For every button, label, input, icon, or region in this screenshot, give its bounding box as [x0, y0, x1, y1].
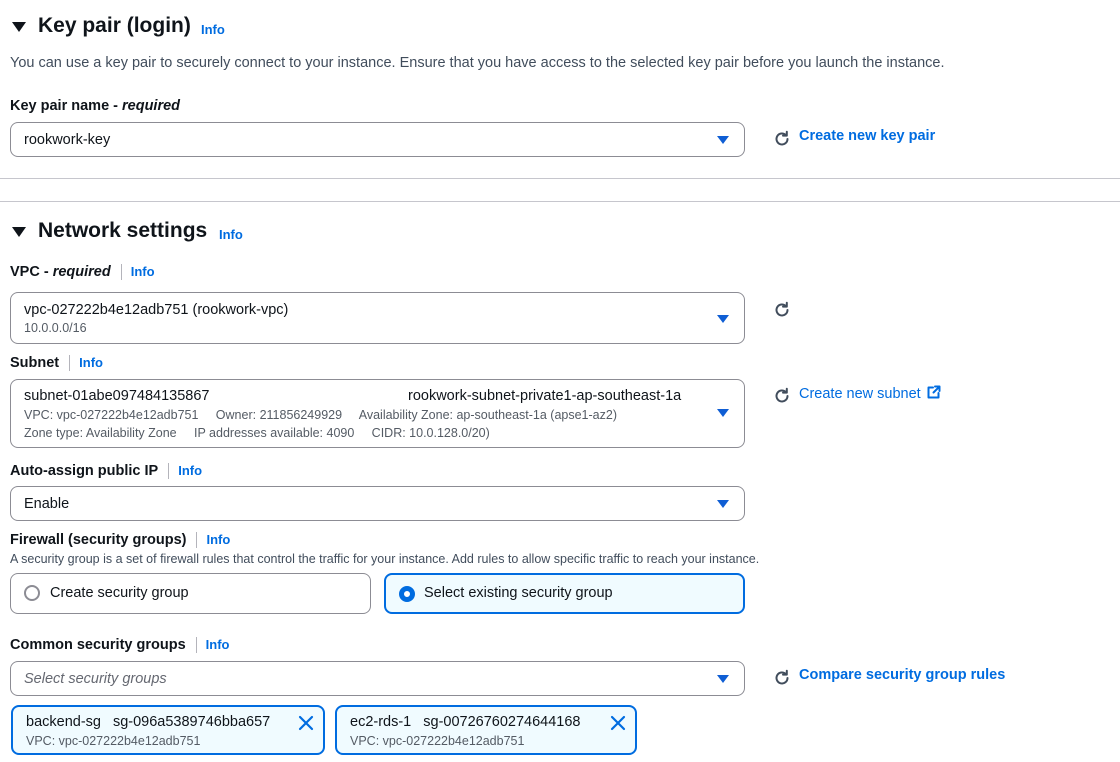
vpc-cidr: 10.0.0.0/16: [24, 321, 87, 335]
separator: [195, 637, 197, 654]
security-groups-placeholder: Select security groups: [24, 671, 167, 687]
public-ip-select[interactable]: Enable: [10, 486, 745, 521]
select-existing-security-group-label: Select existing security group: [424, 585, 613, 601]
collapse-caret-icon[interactable]: [12, 227, 26, 237]
create-subnet-link-text[interactable]: Create new subnet: [799, 386, 921, 402]
subnet-name: rookwork-subnet-private1-ap-southeast-1a: [408, 388, 682, 404]
security-group-token: ec2-rds-1 sg-00726760274644168 VPC: vpc-0…: [335, 705, 637, 755]
create-key-pair-link[interactable]: Create new key pair: [799, 128, 935, 144]
dropdown-triangle-icon: [717, 409, 729, 417]
security-groups-select[interactable]: Select security groups: [10, 661, 745, 696]
dropdown-triangle-icon: [717, 315, 729, 323]
dropdown-triangle-icon: [717, 136, 729, 144]
compare-security-group-rules-link[interactable]: Compare security group rules: [799, 667, 1005, 683]
subnet-details-line1: VPC: vpc-027222b4e12adb751 Owner: 211856…: [24, 408, 617, 422]
external-link-icon: [927, 385, 941, 399]
key-pair-info-link[interactable]: Info: [201, 22, 225, 37]
label-text: Firewall (security groups): [10, 532, 187, 548]
firewall-label: Firewall (security groups) Info: [10, 532, 230, 549]
create-security-group-option[interactable]: Create security group: [10, 573, 371, 614]
key-pair-selected-value: rookwork-key: [24, 132, 111, 148]
vpc-select[interactable]: vpc-027222b4e12adb751 (rookwork-vpc) 10.…: [10, 292, 745, 344]
label-text: Common security groups: [10, 637, 186, 653]
subnet-id: subnet-01abe097484135867: [24, 388, 210, 404]
subnet-info-link[interactable]: Info: [79, 355, 103, 370]
token-sg-id: sg-096a5389746bba657: [112, 714, 271, 730]
collapse-caret-icon[interactable]: [12, 22, 26, 32]
token-vpc: VPC: vpc-027222b4e12adb751: [26, 734, 201, 748]
separator: [120, 264, 122, 281]
network-section-title: Network settings: [38, 219, 208, 242]
close-icon[interactable]: [610, 715, 626, 731]
create-subnet-link[interactable]: Create new subnet: [799, 385, 941, 402]
label-text: Subnet: [10, 355, 60, 371]
section-divider: [0, 201, 1120, 202]
public-ip-label: Auto-assign public IP Info: [10, 463, 202, 480]
separator: [196, 532, 198, 549]
token-sg-id: sg-00726760274644168: [423, 714, 581, 730]
key-pair-description: You can use a key pair to securely conne…: [10, 55, 945, 71]
firewall-description: A security group is a set of firewall ru…: [10, 552, 760, 566]
label-text: Key pair name -: [10, 98, 123, 114]
subnet-label: Subnet Info: [10, 355, 103, 372]
vpc-selected-value: vpc-027222b4e12adb751 (rookwork-vpc): [24, 302, 289, 318]
subnet-select[interactable]: subnet-01abe097484135867 rookwork-subnet…: [10, 379, 745, 448]
dropdown-triangle-icon: [717, 500, 729, 508]
refresh-icon[interactable]: [773, 301, 791, 319]
vpc-label: VPC - required Info: [10, 264, 155, 281]
common-sg-label: Common security groups Info: [10, 637, 230, 654]
required-text: required: [122, 98, 181, 114]
common-sg-info-link[interactable]: Info: [206, 637, 230, 652]
token-vpc: VPC: vpc-027222b4e12adb751: [350, 734, 525, 748]
key-pair-section-title: Key pair (login): [38, 14, 191, 37]
token-sg-name: backend-sg: [26, 714, 101, 730]
security-group-token: backend-sg sg-096a5389746bba657 VPC: vpc-…: [11, 705, 325, 755]
token-name: backend-sg sg-096a5389746bba657: [26, 714, 270, 730]
refresh-icon[interactable]: [773, 130, 791, 148]
required-text: required: [52, 264, 111, 280]
radio-button-selected[interactable]: [399, 586, 415, 602]
public-ip-value: Enable: [24, 496, 70, 512]
key-pair-name-label: Key pair name - required: [10, 98, 180, 114]
label-text: VPC -: [10, 264, 53, 280]
select-existing-security-group-option[interactable]: Select existing security group: [384, 573, 745, 614]
separator: [168, 463, 170, 480]
firewall-info-link[interactable]: Info: [206, 532, 230, 547]
network-info-link[interactable]: Info: [219, 227, 243, 242]
refresh-icon[interactable]: [773, 669, 791, 687]
subnet-details-line2: Zone type: Availability Zone IP addresse…: [24, 426, 490, 440]
vpc-info-link[interactable]: Info: [131, 264, 155, 279]
token-sg-name: ec2-rds-1: [350, 714, 412, 730]
create-security-group-label: Create security group: [50, 585, 189, 601]
refresh-icon[interactable]: [773, 387, 791, 405]
token-name: ec2-rds-1 sg-00726760274644168: [350, 714, 580, 730]
section-divider: [0, 178, 1120, 179]
separator: [69, 355, 71, 372]
radio-button[interactable]: [24, 585, 40, 601]
dropdown-triangle-icon: [717, 675, 729, 683]
label-text: Auto-assign public IP: [10, 463, 159, 479]
key-pair-select[interactable]: rookwork-key: [10, 122, 745, 157]
close-icon[interactable]: [298, 715, 314, 731]
public-ip-info-link[interactable]: Info: [178, 463, 202, 478]
